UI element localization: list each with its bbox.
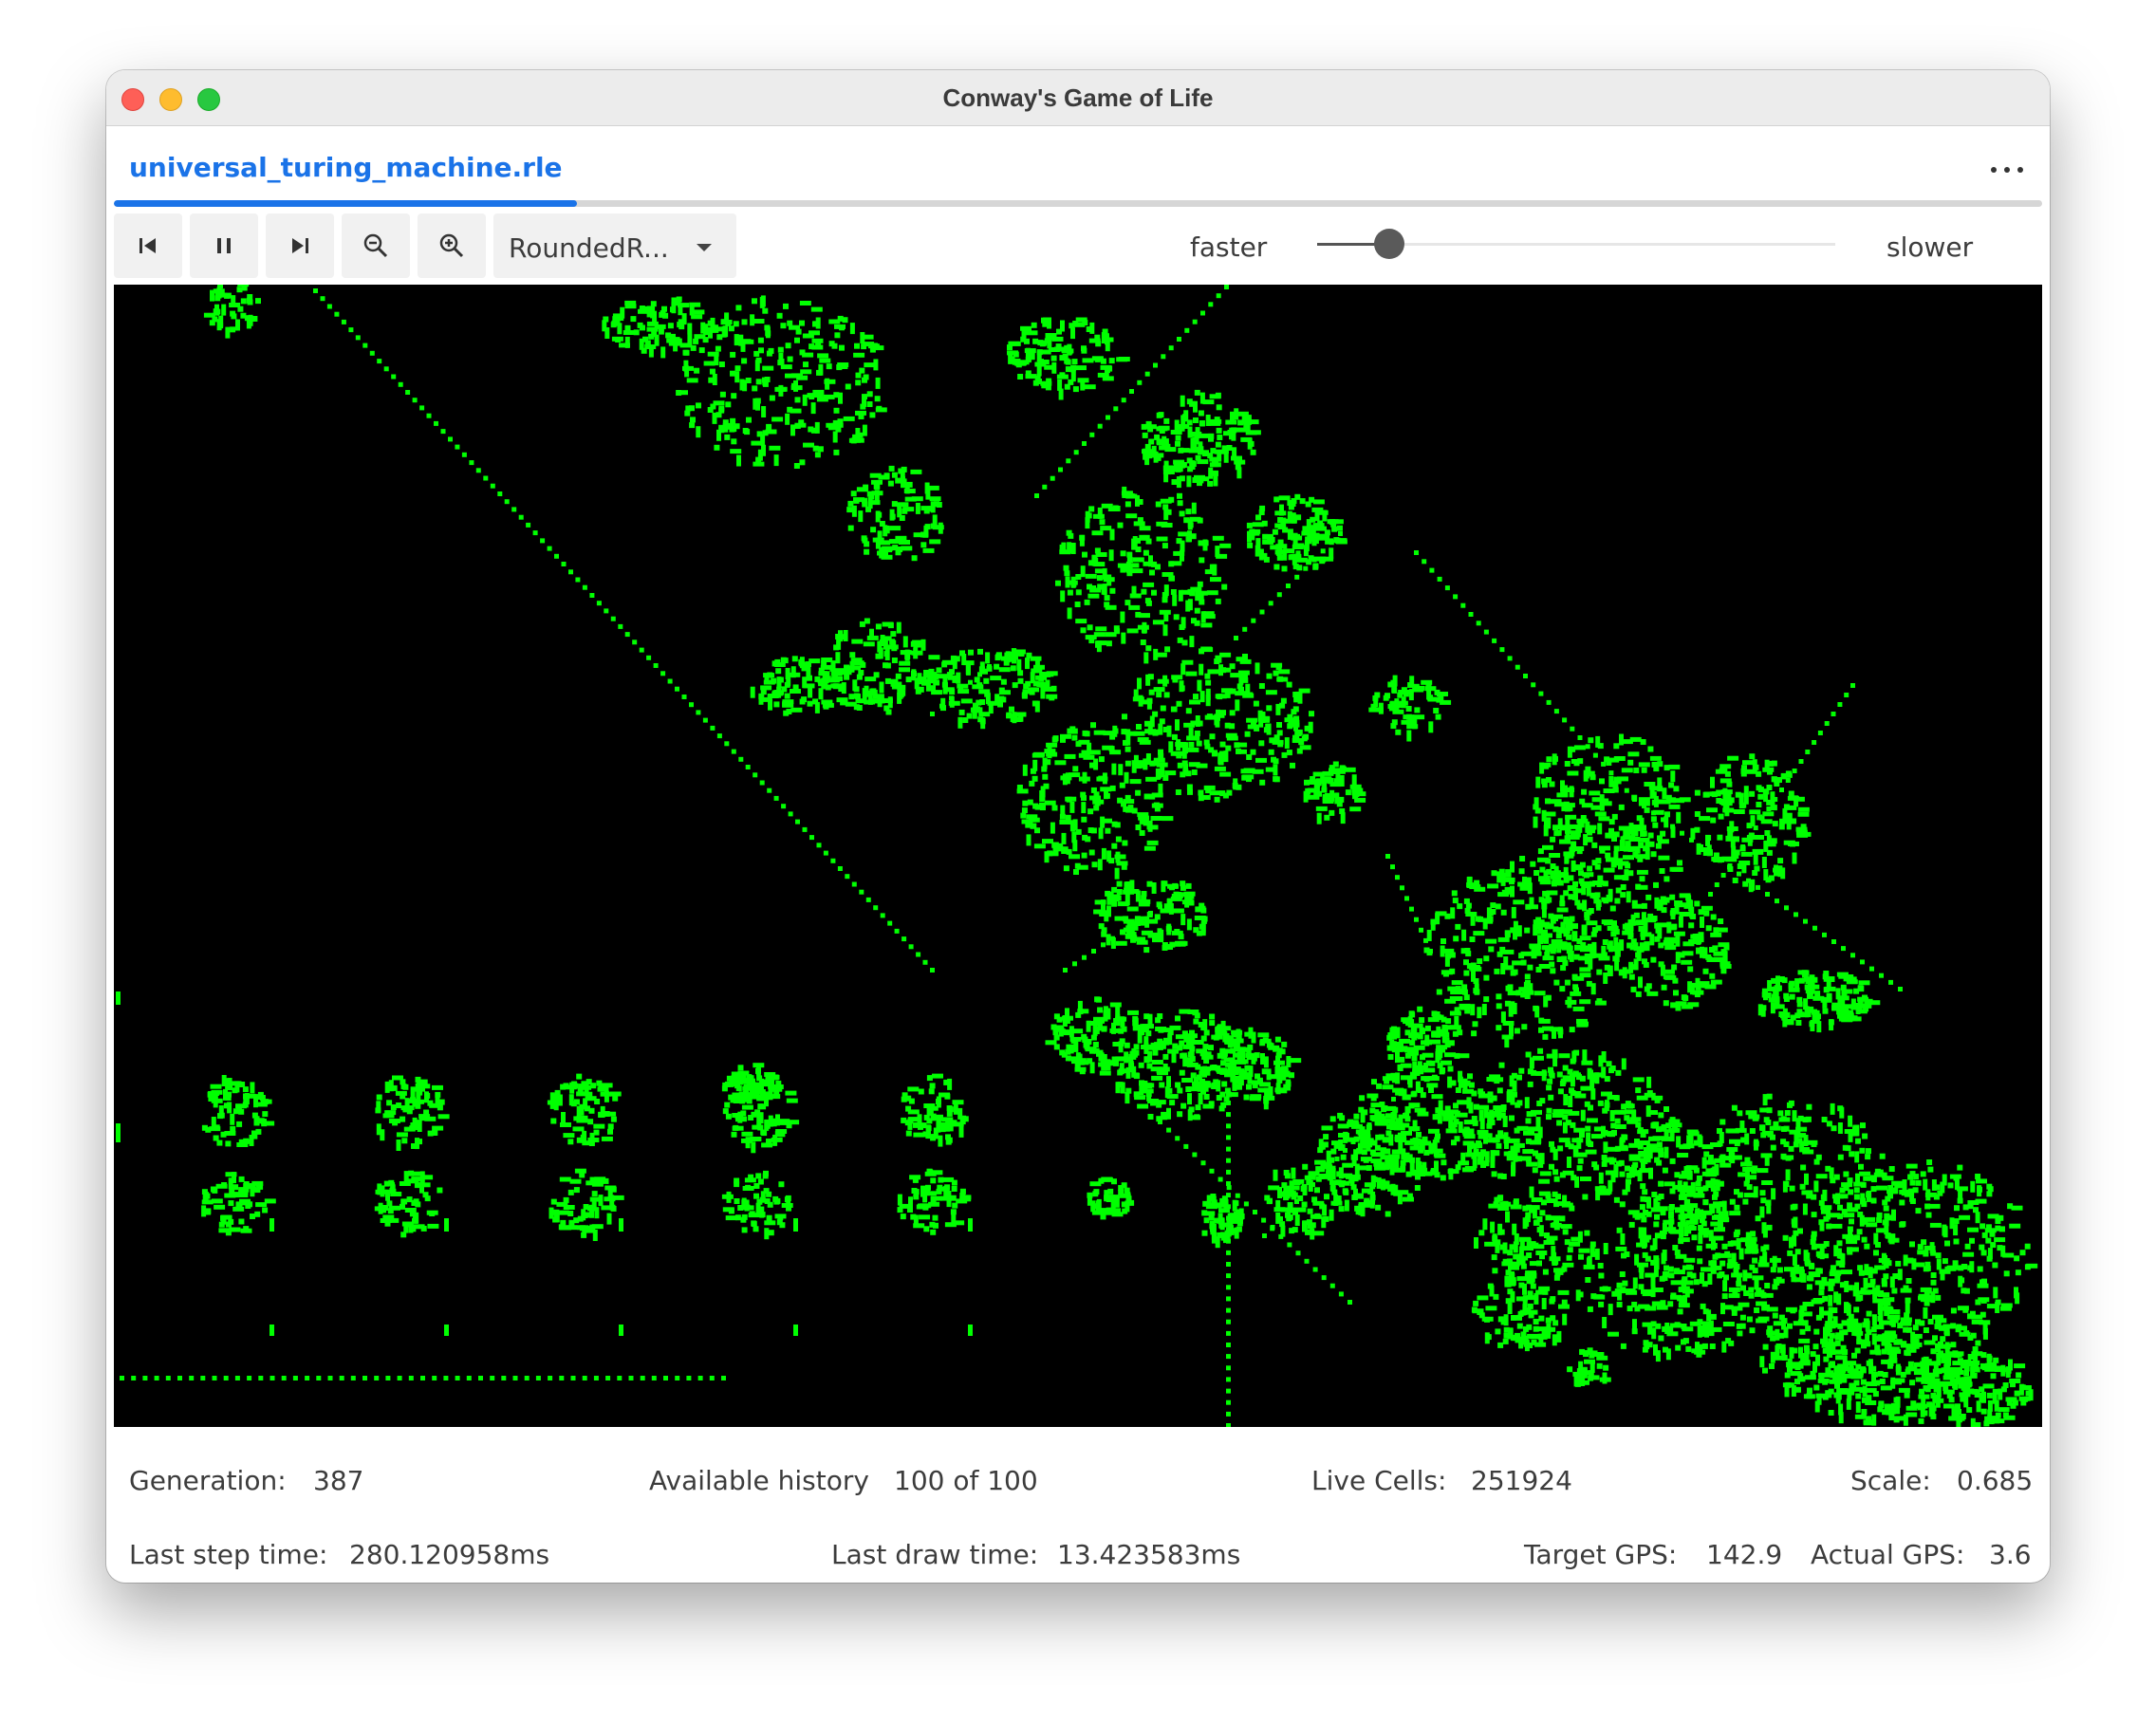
renderer-select-value: RoundedR... xyxy=(509,232,669,264)
scale-value: 0.685 xyxy=(1957,1465,2034,1496)
history-progress-fill xyxy=(114,200,577,207)
history-label: Available history xyxy=(649,1465,869,1496)
step-time-label: Last step time: xyxy=(129,1539,328,1570)
scale-label: Scale: xyxy=(1850,1465,1931,1496)
generation-value: 387 xyxy=(313,1465,364,1496)
draw-time-value: 13.423583ms xyxy=(1057,1539,1241,1570)
zoom-out-icon xyxy=(363,233,388,258)
live-cells-value: 251924 xyxy=(1471,1465,1572,1496)
toolbar: RoundedR... faster slower xyxy=(114,211,2042,279)
life-grid-canvas[interactable] xyxy=(114,285,2042,1427)
zoom-in-button[interactable] xyxy=(418,213,486,278)
skip-to-start-icon xyxy=(139,238,156,253)
step-forward-button[interactable] xyxy=(266,213,334,278)
actual-gps-value: 3.6 xyxy=(1989,1539,2032,1570)
speed-slider[interactable] xyxy=(1317,228,1835,262)
chevron-down-icon xyxy=(697,244,712,251)
history-progress-bar xyxy=(114,200,2042,207)
faster-label: faster xyxy=(1190,232,1268,263)
zoom-out-button[interactable] xyxy=(342,213,410,278)
life-cells xyxy=(116,285,2038,1427)
target-gps-label: Target GPS: xyxy=(1524,1539,1678,1570)
renderer-select[interactable]: RoundedR... xyxy=(493,213,736,278)
actual-gps-label: Actual GPS: xyxy=(1811,1539,1965,1570)
pause-icon xyxy=(217,238,231,253)
file-name-tab[interactable]: universal_turing_machine.rle xyxy=(129,152,563,183)
more-options-button[interactable] xyxy=(1989,157,2027,180)
app-window: Conway's Game of Life universal_turing_m… xyxy=(106,70,2050,1583)
step-time-value: 280.120958ms xyxy=(349,1539,550,1570)
generation-label: Generation: xyxy=(129,1465,287,1496)
target-gps-value: 142.9 xyxy=(1706,1539,1783,1570)
slower-label: slower xyxy=(1886,232,1974,263)
more-dots-icon xyxy=(1991,167,1997,173)
title-bar: Conway's Game of Life xyxy=(106,70,2050,126)
draw-time-label: Last draw time: xyxy=(831,1539,1039,1570)
skip-to-start-button[interactable] xyxy=(114,213,182,278)
speed-slider-thumb[interactable] xyxy=(1374,229,1405,259)
step-forward-icon xyxy=(292,238,308,253)
window-title: Conway's Game of Life xyxy=(942,83,1214,112)
history-value: 100 of 100 xyxy=(894,1465,1038,1496)
zoom-in-icon xyxy=(439,233,464,258)
live-cells-label: Live Cells: xyxy=(1311,1465,1447,1496)
pause-button[interactable] xyxy=(190,213,258,278)
